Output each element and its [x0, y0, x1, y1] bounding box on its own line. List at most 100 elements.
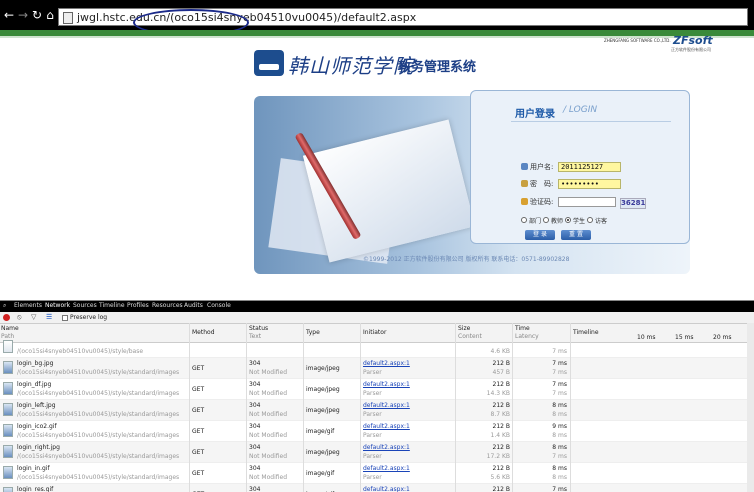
request-name[interactable]: login_bg.jpg: [17, 360, 53, 367]
devtools-search-icon[interactable]: ⌕: [3, 302, 6, 310]
role-radio-student[interactable]: [565, 217, 571, 223]
request-name[interactable]: login_right.jpg: [17, 444, 60, 451]
request-name[interactable]: login_df.jpg: [17, 381, 51, 388]
request-content-size: 457 B: [492, 369, 510, 376]
request-type: image/jpeg: [306, 407, 340, 414]
request-path: /(oco15si4snyeb04510vu0045)/style/standa…: [17, 474, 180, 481]
request-initiator[interactable]: default2.aspx:1: [363, 465, 410, 472]
request-status: 304: [249, 444, 261, 451]
col-method[interactable]: Method: [192, 329, 215, 336]
request-name[interactable]: login_res.gif: [17, 486, 53, 492]
col-initiator[interactable]: Initiator: [363, 329, 386, 336]
back-icon[interactable]: ←: [2, 8, 16, 22]
request-initiator[interactable]: default2.aspx:1: [363, 381, 410, 388]
request-latency: 7 ms: [552, 348, 567, 355]
tab-network[interactable]: Network: [45, 302, 70, 309]
col-time[interactable]: Time: [515, 325, 530, 332]
col-name[interactable]: Name: [1, 325, 19, 332]
reset-button[interactable]: 重 置: [561, 230, 591, 240]
tab-console[interactable]: Console: [207, 302, 231, 309]
request-path: /(oco15si4snyeb04510vu0045)/style/base: [17, 348, 144, 355]
devtools-scrollbar[interactable]: [747, 323, 754, 492]
request-initiator-type: Parser: [363, 411, 382, 418]
col-type[interactable]: Type: [306, 329, 320, 336]
tab-resources[interactable]: Resources: [152, 302, 183, 309]
table-row[interactable]: login_in.gif /(oco15si4snyeb04510vu0045)/…: [0, 463, 754, 484]
username-input[interactable]: 2011125127: [558, 162, 621, 172]
request-content-size: 1.4 KB: [490, 432, 511, 439]
record-icon[interactable]: [3, 314, 10, 321]
captcha-input[interactable]: [558, 197, 616, 207]
request-initiator[interactable]: default2.aspx:1: [363, 423, 410, 430]
filter-icon[interactable]: ▽: [31, 314, 38, 321]
tab-profiles[interactable]: Profiles: [127, 302, 149, 309]
request-content-size: 17.2 KB: [486, 453, 510, 460]
request-initiator[interactable]: default2.aspx:1: [363, 360, 410, 367]
request-method: GET: [192, 407, 205, 414]
reload-icon[interactable]: ↻: [30, 8, 44, 22]
forward-icon[interactable]: →: [16, 8, 30, 22]
devtools-tabs: ⌕ Elements Network Sources Timeline Prof…: [0, 301, 754, 312]
preserve-log-label: Preserve log: [70, 314, 108, 321]
preserve-log-checkbox[interactable]: [62, 315, 68, 321]
file-icon: [3, 424, 13, 437]
role-radio-department[interactable]: [521, 217, 527, 223]
request-time: 8 ms: [552, 465, 567, 472]
request-status-text: Not Modified: [249, 474, 288, 481]
tab-audits[interactable]: Audits: [184, 302, 203, 309]
clear-icon[interactable]: ⦸: [17, 314, 24, 321]
col-divider: [360, 323, 361, 492]
request-size: 212 B: [492, 402, 510, 409]
request-size: 212 B: [492, 423, 510, 430]
file-icon: [3, 487, 13, 492]
col-size[interactable]: Size: [458, 325, 470, 332]
tab-timeline[interactable]: Timeline: [99, 302, 125, 309]
password-input[interactable]: •••••••••: [558, 179, 621, 189]
view-toggle-icon[interactable]: ☰: [46, 314, 53, 321]
page-icon: [63, 12, 73, 24]
request-initiator[interactable]: default2.aspx:1: [363, 444, 410, 451]
table-row[interactable]: login_left.jpg /(oco15si4snyeb04510vu0045…: [0, 400, 754, 421]
request-status-text: Not Modified: [249, 453, 288, 460]
tab-elements[interactable]: Elements: [14, 302, 42, 309]
role-radio-guest[interactable]: [587, 217, 593, 223]
user-icon: [521, 163, 528, 170]
file-icon: [3, 382, 13, 395]
col-timeline[interactable]: Timeline: [573, 329, 599, 336]
request-initiator-type: Parser: [363, 390, 382, 397]
request-type: image/jpeg: [306, 365, 340, 372]
request-name[interactable]: login_in.gif: [17, 465, 50, 472]
captcha-label: 验证码:: [530, 198, 554, 206]
file-icon: [3, 403, 13, 416]
request-path: /(oco15si4snyeb04510vu0045)/style/standa…: [17, 432, 180, 439]
request-status-text: Not Modified: [249, 369, 288, 376]
role-radio-teacher[interactable]: [543, 217, 549, 223]
login-button[interactable]: 登 录: [525, 230, 555, 240]
pencil-icon: [521, 198, 528, 205]
col-divider: [246, 323, 247, 492]
table-row[interactable]: login_right.jpg /(oco15si4snyeb04510vu004…: [0, 442, 754, 463]
request-name[interactable]: login_left.jpg: [17, 402, 56, 409]
request-status: 304: [249, 423, 261, 430]
col-status[interactable]: Status: [249, 325, 268, 332]
tab-sources[interactable]: Sources: [73, 302, 97, 309]
request-name[interactable]: login_ico2.gif: [17, 423, 57, 430]
home-icon[interactable]: ⌂: [43, 8, 57, 22]
request-status: 304: [249, 381, 261, 388]
request-path: /(oco15si4snyeb04510vu0045)/style/standa…: [17, 411, 180, 418]
login-title: 用户登录: [515, 109, 555, 120]
captcha-image[interactable]: 36281: [620, 198, 646, 209]
request-path: /(oco15si4snyeb04510vu0045)/style/standa…: [17, 390, 180, 397]
request-initiator[interactable]: default2.aspx:1: [363, 402, 410, 409]
role-label-department: 部门: [529, 218, 542, 225]
request-latency: 8 ms: [552, 411, 567, 418]
table-row[interactable]: login_res.gif/(oco15si4snyeb04510vu0045)…: [0, 484, 754, 492]
request-status: 304: [249, 486, 261, 492]
table-row[interactable]: login_ico2.gif /(oco15si4snyeb04510vu0045…: [0, 421, 754, 442]
login-title-en: / LOGIN: [563, 105, 598, 115]
table-row[interactable]: /(oco15si4snyeb04510vu0045)/style/base 4.…: [0, 337, 754, 358]
request-initiator[interactable]: default2.aspx:1: [363, 486, 410, 492]
file-icon: [3, 466, 13, 479]
table-row[interactable]: login_df.jpg /(oco15si4snyeb04510vu0045)/…: [0, 379, 754, 400]
table-row[interactable]: login_bg.jpg /(oco15si4snyeb04510vu0045)/…: [0, 358, 754, 379]
